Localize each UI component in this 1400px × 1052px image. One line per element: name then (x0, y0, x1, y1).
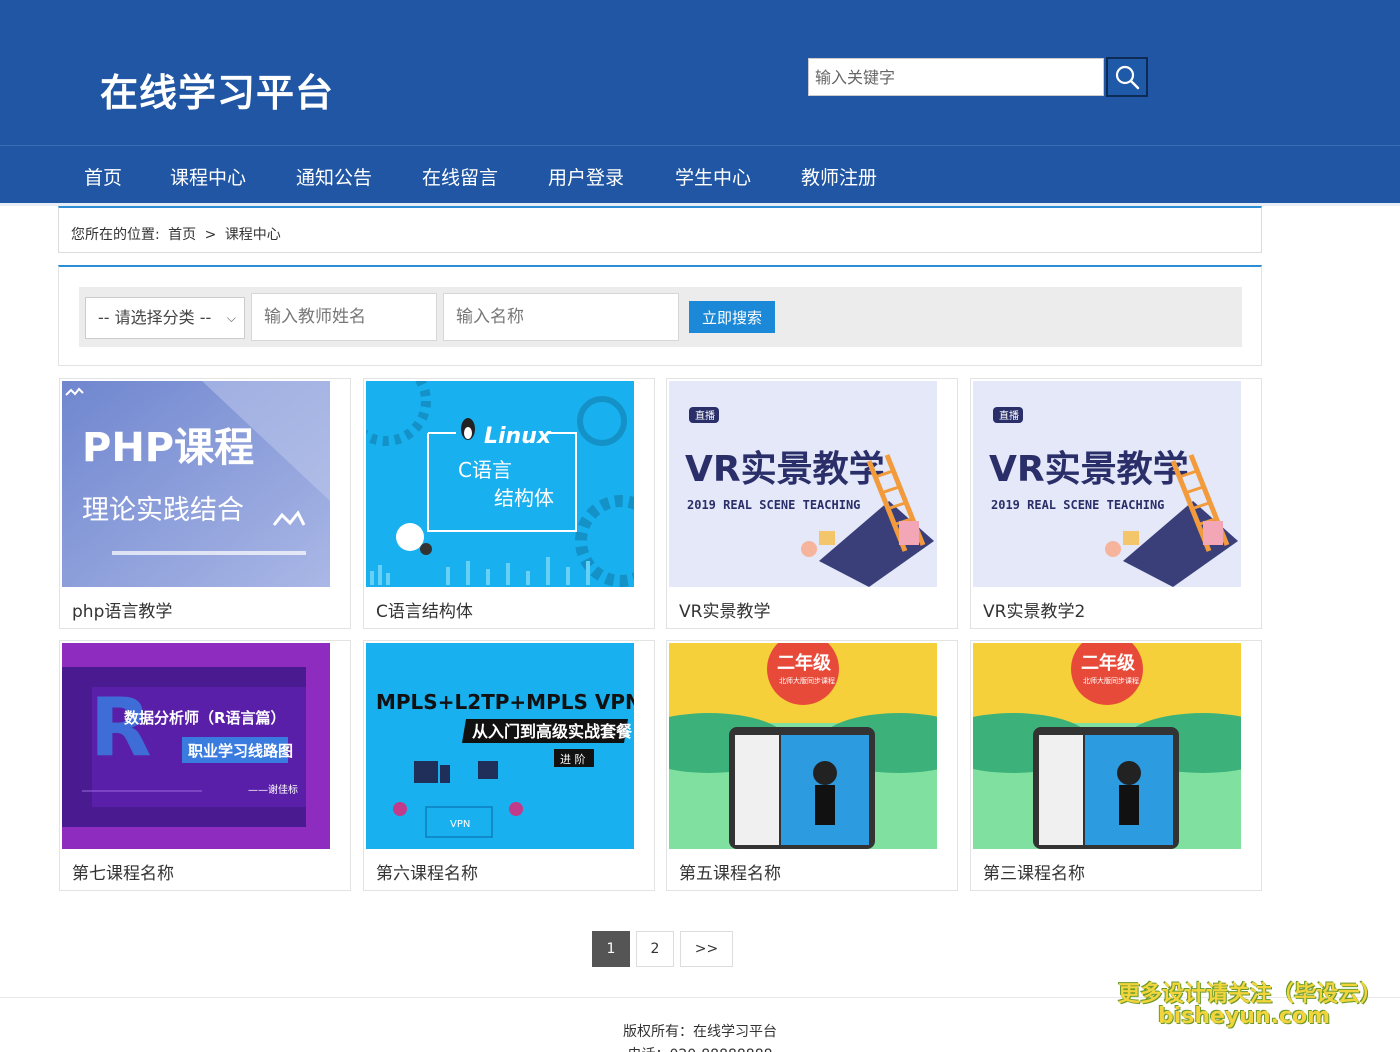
course-thumbnail[interactable]: 二年级 北师大版同步课程 (973, 643, 1241, 849)
course-title[interactable]: php语言教学 (72, 597, 172, 622)
search-now-button[interactable]: 立即搜索 (689, 301, 775, 333)
course-thumbnail[interactable]: 直播 VR实景教学 2019 REAL SCENE TEACHING (669, 381, 937, 587)
breadcrumb-prefix: 您所在的位置: (71, 227, 160, 243)
breadcrumb-separator: > (204, 227, 217, 243)
thumb-title: VR实景教学 (685, 448, 885, 490)
vpn-label: VPN (450, 819, 470, 830)
footer-phone: 电话：020-88888888 (0, 1044, 1400, 1052)
course-thumbnail[interactable]: R 数据分析师（R语言篇） 职业学习线路图 ——谢佳标 (62, 643, 330, 849)
teacher-name-input[interactable] (251, 293, 437, 341)
thumb-subtitle: 2019 REAL SCENE TEACHING (991, 498, 1164, 512)
thumb-author: ——谢佳标 (248, 783, 298, 796)
course-thumbnail[interactable]: 直播 VR实景教学 2019 REAL SCENE TEACHING (973, 381, 1241, 587)
nav-teacher-register[interactable]: 教师注册 (801, 163, 877, 190)
course-thumbnail[interactable]: MPLS+L2TP+MPLS VPN 从入门到高级实战套餐 进 阶 VPN (366, 643, 634, 849)
page-1[interactable]: 1 (592, 931, 630, 967)
svg-text:R: R (90, 681, 152, 774)
chevron-down-icon: ⌵ (226, 311, 236, 325)
thumb-title: PHP课程 (82, 425, 254, 471)
filter-bar: -- 请选择分类 -- ⌵ 立即搜索 (79, 287, 1242, 347)
thumb-title: Linux (484, 424, 552, 449)
course-card[interactable]: R 数据分析师（R语言篇） 职业学习线路图 ——谢佳标 第七课程名称 (59, 640, 351, 891)
course-title[interactable]: 第五课程名称 (679, 859, 781, 884)
thumb-title: 二年级 (1081, 652, 1136, 674)
thumb-subtitle: 理论实践结合 (82, 495, 244, 526)
thumb-line3: 结构体 (494, 486, 554, 510)
course-title[interactable]: 第七课程名称 (72, 859, 174, 884)
category-select-value: -- 请选择分类 -- (98, 308, 212, 327)
breadcrumb-home[interactable]: 首页 (168, 227, 196, 243)
course-card[interactable]: MPLS+L2TP+MPLS VPN 从入门到高级实战套餐 进 阶 VPN 第六… (363, 640, 655, 891)
thumb-subtitle: 北师大版同步课程 (1083, 676, 1139, 685)
page-2[interactable]: 2 (636, 931, 674, 967)
watermark-line2: bisheyun.com (1158, 1004, 1331, 1029)
course-title[interactable]: 第六课程名称 (376, 859, 478, 884)
thumb-title: VR实景教学 (989, 448, 1189, 490)
course-card[interactable]: Linux C语言 结构体 C语言结构体 (363, 378, 655, 629)
course-title[interactable]: C语言结构体 (376, 597, 473, 622)
course-title[interactable]: VR实景教学2 (983, 597, 1085, 622)
site-header: 在线学习平台 (0, 0, 1400, 145)
site-logo[interactable]: 在线学习平台 (100, 62, 334, 117)
nav-notices[interactable]: 通知公告 (296, 163, 372, 190)
thumb-title: MPLS+L2TP+MPLS VPN (376, 690, 634, 714)
course-card[interactable]: PHP课程 理论实践结合 php语言教学 (59, 378, 351, 629)
search-button[interactable] (1106, 57, 1148, 97)
course-card[interactable]: 二年级 北师大版同步课程 第三课程名称 (970, 640, 1262, 891)
filter-panel: -- 请选择分类 -- ⌵ 立即搜索 (58, 265, 1262, 366)
search-icon (1115, 65, 1140, 90)
keyword-search-input[interactable] (808, 58, 1104, 96)
course-thumbnail[interactable]: Linux C语言 结构体 (366, 381, 634, 587)
thumb-subtitle: 北师大版同步课程 (779, 676, 835, 685)
nav-course-center[interactable]: 课程中心 (170, 163, 246, 190)
thumb-title: 二年级 (777, 652, 832, 674)
course-card[interactable]: 二年级 北师大版同步课程 第五课程名称 (666, 640, 958, 891)
nav-home[interactable]: 首页 (84, 163, 122, 190)
page-next[interactable]: >> (680, 931, 733, 967)
thumb-subtitle: 2019 REAL SCENE TEACHING (687, 498, 860, 512)
category-select[interactable]: -- 请选择分类 -- ⌵ (85, 297, 245, 339)
thumb-subtitle: 从入门到高级实战套餐 (472, 722, 633, 741)
course-thumbnail[interactable]: PHP课程 理论实践结合 (62, 381, 330, 587)
live-badge: 直播 (999, 409, 1019, 422)
thumb-subtitle: 职业学习线路图 (188, 742, 293, 760)
thumb-badge: 进 阶 (560, 752, 586, 766)
course-card[interactable]: 直播 VR实景教学 2019 REAL SCENE TEACHING VR实景教… (666, 378, 958, 629)
nav-messages[interactable]: 在线留言 (422, 163, 498, 190)
nav-login[interactable]: 用户登录 (548, 163, 624, 190)
breadcrumb-current[interactable]: 课程中心 (225, 227, 281, 243)
course-card[interactable]: 直播 VR实景教学 2019 REAL SCENE TEACHING VR实景教… (970, 378, 1262, 629)
thumb-title: 数据分析师（R语言篇） (124, 709, 286, 727)
course-title[interactable]: VR实景教学 (679, 597, 770, 622)
nav-student-center[interactable]: 学生中心 (675, 163, 751, 190)
live-badge: 直播 (695, 409, 715, 422)
course-name-input[interactable] (443, 293, 679, 341)
course-title[interactable]: 第三课程名称 (983, 859, 1085, 884)
course-thumbnail[interactable]: 二年级 北师大版同步课程 (669, 643, 937, 849)
breadcrumb: 您所在的位置: 首页 > 课程中心 (58, 206, 1262, 253)
main-nav: 首页 课程中心 通知公告 在线留言 用户登录 学生中心 教师注册 (0, 145, 1400, 203)
thumb-line2: C语言 (458, 458, 512, 482)
